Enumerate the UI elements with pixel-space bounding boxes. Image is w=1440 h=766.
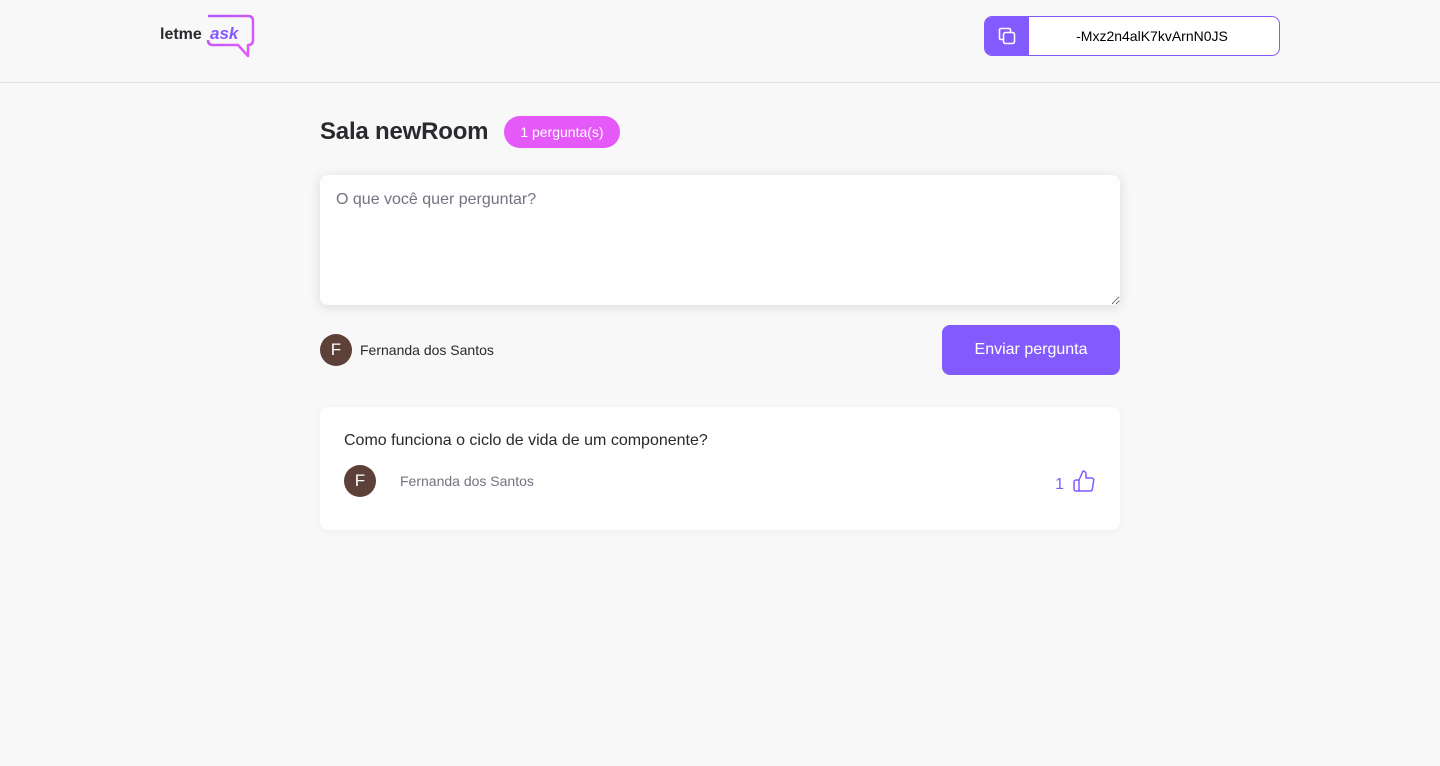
avatar: F [344,465,376,497]
page-header: letme ask -Mxz2n4alK7kvArnN0JS [0,0,1440,83]
room-code-text: -Mxz2n4alK7kvArnN0JS [1076,28,1228,44]
current-user: F Fernanda dos Santos [320,334,494,366]
room-code-button[interactable]: -Mxz2n4alK7kvArnN0JS [984,16,1280,56]
copy-icon [998,27,1016,45]
thumbs-up-icon [1073,470,1095,492]
user-name: Fernanda dos Santos [360,342,494,358]
question-count-badge: 1 pergunta(s) [504,116,620,148]
form-footer: F Fernanda dos Santos Enviar pergunta [320,325,1120,375]
like-button[interactable]: 1 [1055,469,1096,493]
avatar: F [320,334,352,366]
copy-button[interactable] [985,17,1029,55]
author-name: Fernanda dos Santos [400,473,534,489]
question-text: Como funciona o ciclo de vida de um comp… [344,432,708,449]
room-title-row: Sala newRoom 1 pergunta(s) [320,116,620,148]
like-count: 1 [1055,476,1064,493]
svg-text:letme: letme [160,26,202,43]
question-author: F Fernanda dos Santos [344,465,534,497]
question-card: Como funciona o ciclo de vida de um comp… [320,407,1120,530]
question-footer: F Fernanda dos Santos 1 [344,465,1096,497]
page-title: Sala newRoom [320,118,489,145]
question-input[interactable] [320,175,1120,305]
svg-text:ask: ask [210,24,240,43]
send-question-button[interactable]: Enviar pergunta [942,325,1120,375]
letmeask-logo: letme ask [160,14,255,58]
